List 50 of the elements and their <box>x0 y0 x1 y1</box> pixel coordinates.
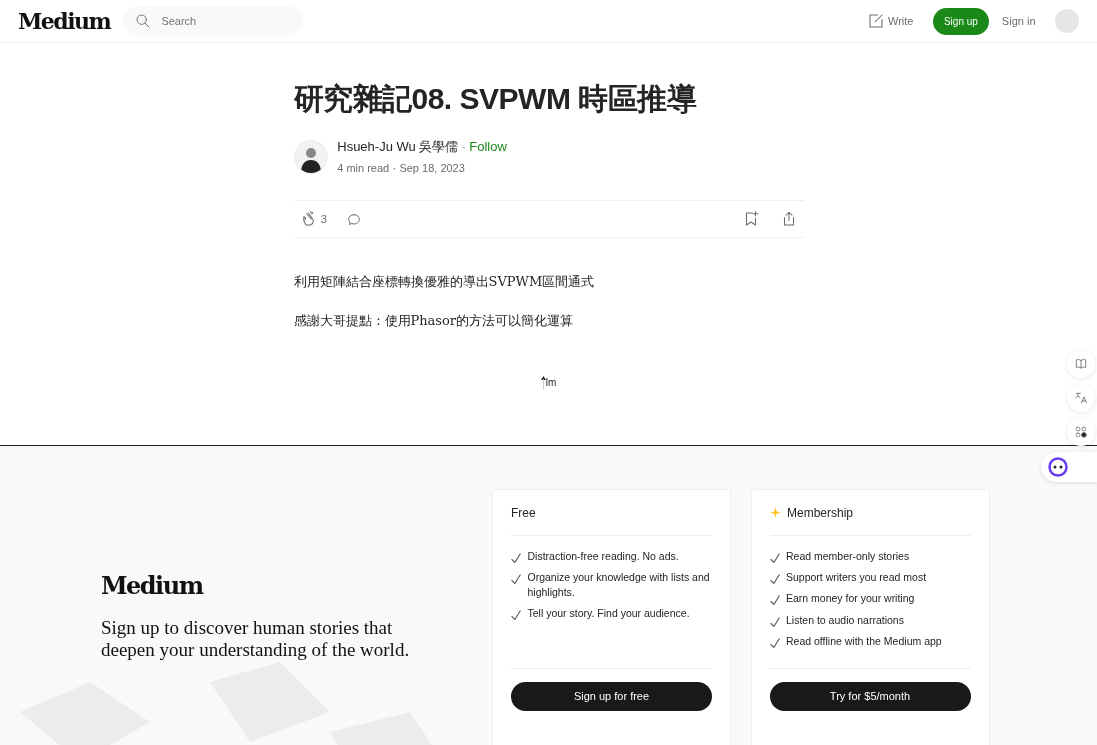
author-name[interactable]: Hsueh-Ju Wu 吳學儒 <box>337 137 459 157</box>
search-bar[interactable]: Search <box>123 6 304 36</box>
plan-feature: Distraction-free reading. No ads. <box>527 549 679 564</box>
search-field[interactable]: Search <box>159 11 280 31</box>
publish-date: Sep 18, 2023 <box>399 160 465 176</box>
logo[interactable]: Medium <box>18 4 111 38</box>
translate-icon <box>1074 391 1088 405</box>
author-avatar[interactable] <box>293 139 328 174</box>
separator-dot: · <box>392 160 397 176</box>
try-membership-button[interactable]: Try for $5/month <box>769 682 971 711</box>
search-icon <box>135 13 152 29</box>
plan-feature: Tell your story. Find your audience. <box>527 606 690 621</box>
plan-name: Free <box>511 504 536 522</box>
plan-name: Membership <box>787 504 854 522</box>
bot-face-icon <box>1047 457 1068 477</box>
check-icon <box>769 616 780 627</box>
medium-logo: Medium <box>101 569 205 602</box>
separator-dot: · <box>461 138 466 156</box>
follow-link[interactable]: Follow <box>469 137 507 157</box>
check-icon <box>769 574 780 585</box>
tagline: Sign up to discover human stories that deepen your understanding of the world. <box>101 616 411 661</box>
sign-in-link[interactable]: Sign in <box>1001 12 1036 30</box>
check-icon <box>511 553 521 563</box>
broken-image-icon <box>540 375 546 390</box>
pencil-square-icon <box>866 12 885 30</box>
check-icon <box>769 553 780 563</box>
plan-feature: Read member-only stories <box>786 549 910 564</box>
write-button[interactable]: Write <box>866 12 914 30</box>
check-icon <box>769 595 780 606</box>
clap-button[interactable]: 3 <box>299 210 327 229</box>
article-title: 研究雜記08. SVPWM 時區推導 <box>293 81 698 117</box>
image-alt-text: lm <box>545 375 557 390</box>
plan-feature: Organize your knowledge with lists and highlights. <box>527 570 711 600</box>
paragraph: 利用矩陣結合座標轉換優雅的導出SVPWM區間通式 <box>293 273 596 292</box>
check-icon <box>511 610 521 621</box>
plan-feature: Earn money for your writing <box>786 591 915 607</box>
sign-up-button[interactable]: Sign up <box>932 7 989 35</box>
check-icon <box>511 574 521 585</box>
comment-icon <box>346 211 363 228</box>
plan-feature: Read offline with the Medium app <box>786 633 942 649</box>
apps-grid-icon <box>1074 425 1088 439</box>
check-icon <box>769 637 780 648</box>
paragraph: 感謝大哥提點：使用Phasor的方法可以簡化運算 <box>293 312 575 331</box>
sign-up-free-button[interactable]: Sign up for free <box>511 682 712 711</box>
side-tool-button[interactable] <box>1067 418 1095 446</box>
assistant-button[interactable] <box>1041 452 1097 482</box>
read-time: 4 min read <box>337 160 390 176</box>
plan-feature: Listen to audio narrations <box>786 612 904 628</box>
book-icon <box>1074 357 1088 371</box>
plan-feature: Support writers you read most <box>786 570 927 585</box>
